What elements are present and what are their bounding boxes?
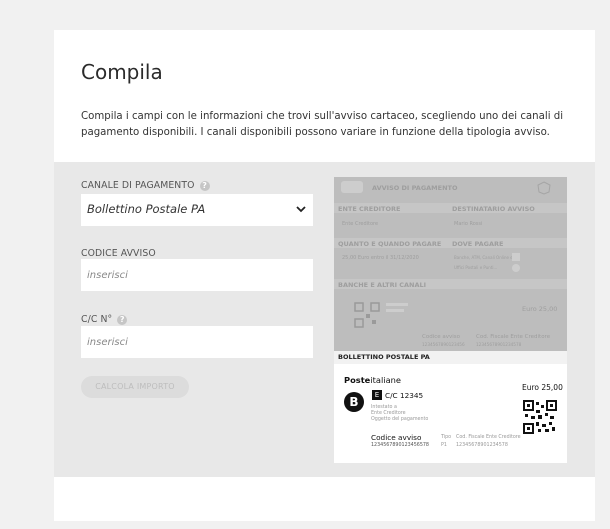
codice-avviso-input[interactable] [81, 259, 313, 291]
ente-value: Ente Creditore [342, 221, 379, 227]
avviso-greyed-section: AVVISO DI PAGAMENTO ENTE CREDITORE DESTI… [334, 177, 567, 351]
canale-select[interactable]: Bollettino Postale PA [81, 194, 313, 226]
quanto-label: QUANTO E QUANDO PAGARE [338, 240, 442, 248]
chevron-down-icon [296, 206, 306, 213]
cc-label: C/C N° [81, 314, 113, 325]
codice-label: CODICE AVVISO [81, 248, 156, 259]
post-icon [512, 264, 520, 272]
footer-strip [54, 477, 595, 521]
help-icon[interactable]: ? [199, 180, 210, 191]
cf-label: Cod. Fiscale Ente Creditore [456, 435, 521, 440]
banche-cf-value: 12345678901234578 [476, 342, 522, 347]
cc-input[interactable] [81, 326, 313, 358]
cc-label-row: C/C N°? [81, 314, 128, 325]
e-box-icon: E [372, 390, 382, 400]
quanto-value: 25,00 Euro entro il 31/12/2020 [342, 255, 419, 261]
dove-line2: Uffici Postali e Punti... [454, 265, 498, 270]
oggetto-label: Oggetto del pagamento [371, 417, 429, 422]
main-card: Compila Compila i campi con le informazi… [54, 30, 595, 521]
canale-label: CANALE DI PAGAMENTO [81, 180, 195, 191]
canale-selected-value: Bollettino Postale PA [87, 202, 206, 216]
placeholder-line [386, 303, 408, 306]
destinatario-label: DESTINATARIO AVVISO [452, 205, 535, 213]
poste-italiane-logo: Posteitaliane [344, 375, 402, 385]
banche-codice-label: Codice avviso [422, 334, 461, 340]
qr-code-icon [523, 400, 557, 434]
qr-code-icon [354, 302, 380, 328]
avviso-header: AVVISO DI PAGAMENTO [372, 184, 458, 192]
avviso-preview: AVVISO DI PAGAMENTO ENTE CREDITORE DESTI… [334, 177, 567, 463]
bank-icon [512, 253, 520, 261]
cc-number: C/C 12345 [385, 391, 424, 400]
help-icon[interactable]: ? [117, 314, 128, 325]
destinatario-value: Mario Rossi [454, 221, 483, 227]
banche-cf-label: Cod. Fiscale Ente Creditore [476, 334, 551, 340]
placeholder-line [386, 309, 404, 312]
tipo-label: Tipo [441, 435, 452, 440]
emblem-icon [537, 181, 551, 195]
tipo-value: P1 [441, 443, 447, 448]
canale-label-row: CANALE DI PAGAMENTO? [81, 180, 210, 191]
dove-label: DOVE PAGARE [452, 240, 504, 248]
banche-euro: Euro 25,00 [522, 305, 558, 313]
page-title: Compila [81, 60, 163, 84]
page-description: Compila i campi con le informazioni che … [81, 111, 564, 138]
banche-codice-value: 1234567890123456 [422, 342, 465, 347]
codice-avviso-value: 1234567890123456578 [371, 443, 429, 448]
dove-line1: Banche, ATM, Canali Online e... [454, 255, 517, 260]
pagopa-logo [341, 181, 363, 193]
bancoposta-icon: B [344, 392, 364, 412]
ente-creditore-label: ENTE CREDITORE [338, 205, 401, 213]
bollettino-euro: Euro 25,00 [522, 383, 563, 392]
codice-avviso-label: Codice avviso [371, 433, 422, 442]
bollettino-header: BOLLETTINO POSTALE PA [334, 351, 567, 364]
banche-label: BANCHE E ALTRI CANALI [338, 281, 427, 289]
cf-value: 12345678901234578 [456, 443, 508, 448]
calcola-importo-button[interactable]: CALCOLA IMPORTO [81, 376, 189, 398]
